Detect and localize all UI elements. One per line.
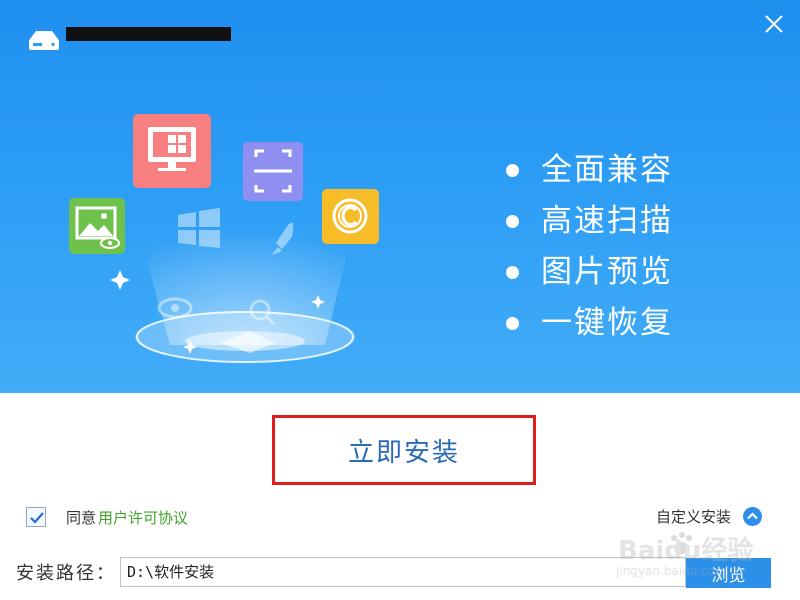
feature-label: 一键恢复: [541, 305, 673, 341]
feature-item: 全面兼容: [506, 145, 673, 196]
feature-label: 图片预览: [541, 254, 673, 290]
agree-label: 同意: [66, 508, 97, 527]
install-path-label: 安装路径：: [16, 563, 116, 584]
bullet-icon: [506, 317, 519, 330]
browse-button[interactable]: 浏览: [686, 558, 771, 588]
install-now-button[interactable]: 立即安装: [272, 415, 536, 485]
feature-item: 一键恢复: [506, 298, 673, 349]
app-logo-icon: [29, 31, 59, 50]
license-agreement-link[interactable]: 用户许可协议: [98, 507, 188, 528]
close-button[interactable]: [760, 10, 788, 38]
browse-label: 浏览: [711, 565, 746, 586]
feature-label: 高速扫描: [541, 203, 673, 239]
feature-item: 高速扫描: [506, 196, 673, 247]
custom-install-label: 自定义安装: [656, 507, 732, 526]
install-now-label: 立即安装: [347, 437, 460, 468]
bullet-icon: [506, 215, 519, 228]
copyright-app-icon: [322, 189, 379, 244]
bullet-icon: [506, 164, 519, 177]
feature-item: 图片预览: [506, 247, 673, 298]
header-banner: 全面兼容 高速扫描 图片预览 一键恢复: [0, 0, 800, 393]
custom-install-toggle[interactable]: 自定义安装: [656, 505, 763, 527]
hero-illustration: [69, 114, 379, 363]
agree-checkbox[interactable]: [26, 507, 46, 527]
feature-label: 全面兼容: [541, 152, 673, 188]
agreement-row: 同意 用户许可协议: [26, 506, 188, 528]
chevron-up-icon[interactable]: [743, 506, 763, 526]
install-path-row: 安装路径： D:\软件安装: [16, 557, 686, 587]
monitor-app-icon: [133, 114, 211, 188]
title-bar: [26, 26, 231, 54]
feature-list: 全面兼容 高速扫描 图片预览 一键恢复: [506, 145, 673, 349]
close-icon: [765, 15, 783, 33]
install-path-input[interactable]: D:\软件安装: [120, 557, 686, 587]
scan-app-icon: [243, 142, 303, 201]
title-redaction: [66, 27, 231, 41]
checkmark-icon: [30, 512, 44, 524]
image-app-icon: [69, 198, 125, 254]
bullet-icon: [506, 266, 519, 279]
app-title: [66, 27, 231, 53]
